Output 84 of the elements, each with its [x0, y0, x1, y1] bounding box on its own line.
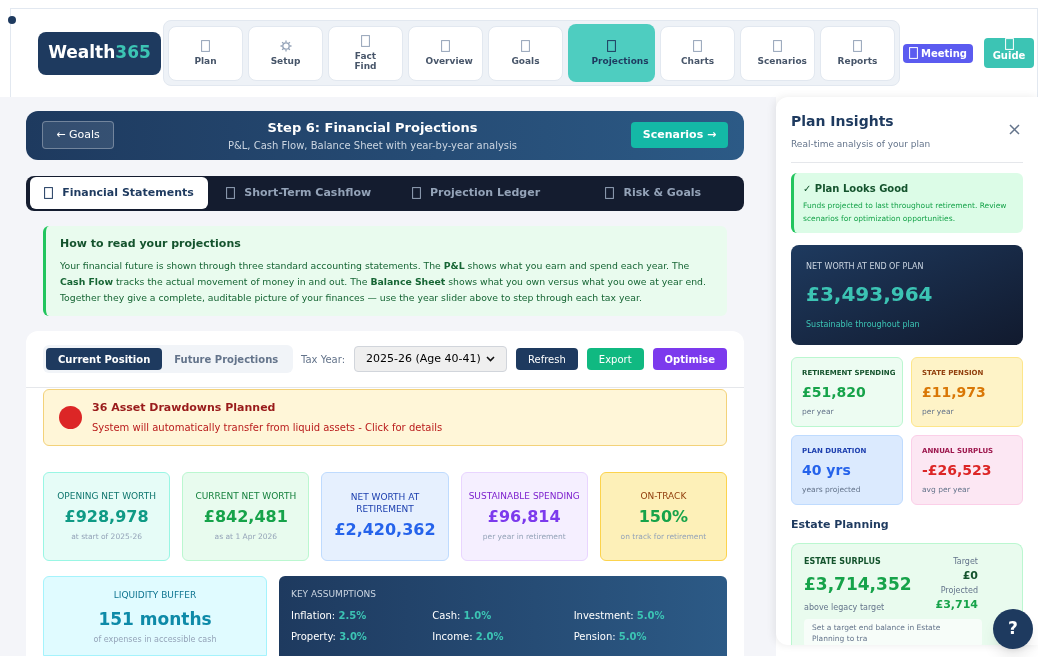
glyph-box-icon [693, 40, 702, 52]
metric-label: ON-TRACK [640, 490, 687, 503]
glyph-box-icon [411, 187, 421, 200]
status-title: ✓ Plan Looks Good [803, 181, 910, 196]
assumptions-title: KEY ASSUMPTIONS [291, 588, 377, 601]
metric-label: CURRENT NET WORTH [195, 490, 297, 503]
action-button[interactable]: Refresh [516, 348, 578, 370]
nav-tab[interactable]: Scenarios [740, 25, 815, 81]
assumption: Investment: 5.0% [573, 608, 666, 623]
target-value: £0 [962, 568, 978, 584]
target-label: Target [953, 556, 978, 568]
alert-text: System will automatically transfer from liquid assets - Click for details [92, 420, 443, 435]
nav-tab[interactable]: Overview [408, 25, 483, 81]
back-button[interactable]: ← Goals [42, 121, 114, 150]
estate-label: ESTATE SURPLUS [804, 556, 882, 568]
tab[interactable]: Projection Ledger [389, 177, 563, 210]
assumption: Inflation: 2.5% [291, 608, 368, 623]
view-toggle-option[interactable]: Future Projections [162, 348, 291, 370]
info-text: Your financial future is shown through three standard accounting statements. The P&L shows what you earn and spend each year. The Cash Flow tracks the actual movement of money in and out. The Balance Sheet shows what you own versus what you owe at year end. Together they give a complete, auditable picture of your finances — use the year slider above to step through each tax year. [60, 259, 707, 305]
alert-banner[interactable]: 36 Asset Drawdowns Planned System will automatically transfer from liquid assets - Click for details [43, 389, 727, 446]
metric-label: OPENING NET WORTH [57, 490, 156, 503]
chevron-down-icon [486, 356, 496, 362]
end-worth-note: Sustainable throughout plan [806, 318, 921, 331]
nav-tab[interactable]: Charts [660, 25, 735, 81]
projected-value: £3,714 [935, 596, 978, 613]
alert-title: 36 Asset Drawdowns Planned [92, 400, 277, 417]
metric-value: £96,814 [487, 506, 561, 529]
metric-note: of expenses in accessible cash [93, 634, 217, 646]
glyph-box-icon [361, 35, 370, 47]
step-title: Step 6: Financial Projections [267, 119, 478, 138]
glyph-box-icon [1004, 38, 1014, 50]
nav-tab[interactable]: Setup [248, 25, 323, 81]
nav-tab[interactable]: Reports [820, 25, 895, 81]
info-title: How to read your projections [60, 235, 242, 252]
metric-value: 151 months [98, 607, 212, 631]
metric-value: £2,420,362 [334, 519, 436, 541]
glyph-box-icon [441, 40, 450, 52]
panel-subtitle: Real-time analysis of your plan [791, 138, 931, 151]
meeting-button[interactable]: Meeting [903, 43, 973, 63]
metric-value: 150% [638, 506, 689, 529]
assumption: Pension: 5.0% [573, 629, 648, 644]
tab[interactable]: Financial Statements [30, 177, 208, 210]
glyph-box-icon [853, 40, 862, 52]
section-heading: Estate Planning [791, 516, 890, 533]
view-toggle-option[interactable]: Current Position [46, 348, 163, 370]
estate-note: above legacy target [804, 601, 886, 614]
logo[interactable]: Wealth365 [38, 31, 161, 75]
tax-year-select[interactable]: 2025-26 (Age 40-41) [354, 346, 508, 372]
glyph-box-icon [773, 40, 782, 52]
stat-value: -£26,523 [922, 461, 993, 480]
action-button[interactable]: Optimise [652, 348, 727, 370]
glyph-box-icon [226, 187, 236, 200]
panel-title: Plan Insights [791, 112, 895, 131]
stat-value: £11,973 [922, 383, 987, 402]
tax-year-label: Tax Year: [301, 352, 346, 367]
nav-tab[interactable]: Fact Find [328, 25, 403, 81]
metric-label: LIQUIDITY BUFFER [113, 589, 197, 602]
glyph-box-icon [607, 40, 616, 52]
estate-value: £3,714,352 [804, 573, 912, 596]
assumption: Property: 3.0% [291, 629, 368, 644]
glyph-box-icon [909, 47, 918, 59]
assumption: Income: 2.0% [432, 629, 505, 644]
metric-value: £928,978 [64, 506, 149, 529]
nav-tab[interactable]: Goals [488, 25, 563, 81]
end-worth-label: NET WORTH AT END OF PLAN [806, 260, 925, 273]
tab[interactable]: Risk & Goals [566, 177, 740, 210]
close-icon[interactable] [1009, 124, 1020, 135]
glyph-box-icon [605, 187, 615, 200]
metric-label: NET WORTH AT RETIREMENT [349, 491, 421, 515]
nav-tab[interactable]: Plan [168, 25, 243, 81]
projected-label: Projected [940, 584, 978, 597]
nav-tab[interactable]: Projections [568, 24, 655, 82]
glyph-box-icon [201, 40, 210, 52]
tab[interactable]: Short-Term Cashflow [212, 177, 386, 210]
glyph-box-icon [521, 40, 530, 52]
end-worth-value: £3,493,964 [806, 280, 934, 308]
assumption: Cash: 1.0% [432, 608, 493, 623]
stat-value: £51,820 [802, 383, 867, 402]
settings-icon [279, 40, 292, 52]
metric-label: SUSTAINABLE SPENDING [468, 490, 580, 503]
metric-value: £842,481 [203, 506, 288, 529]
glyph-box-icon [44, 187, 54, 200]
step-subtitle: P&L, Cash Flow, Balance Sheet with year-by-year analysis [227, 138, 518, 153]
stat-value: 40 yrs [802, 461, 852, 480]
